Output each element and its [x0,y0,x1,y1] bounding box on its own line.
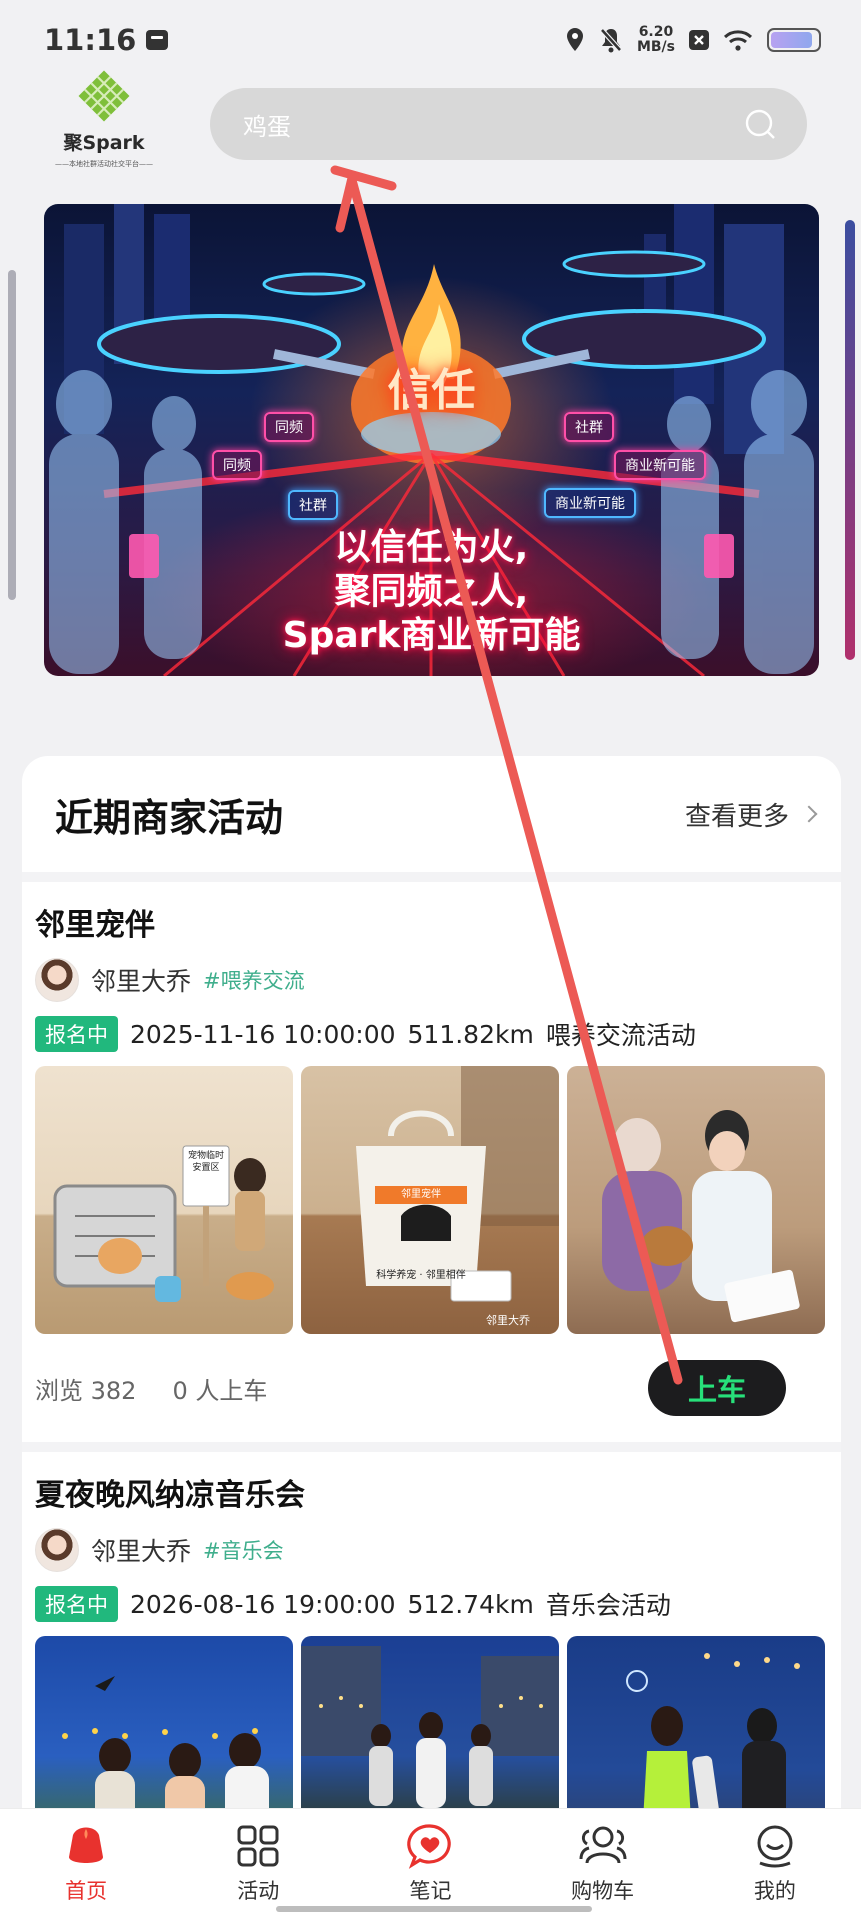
app-logo[interactable]: 聚Spark ——本地社群活动社交平台—— [44,70,164,174]
people-icon [579,1826,627,1864]
close-box-icon [689,30,709,50]
tab-label: 活动 [237,1879,280,1903]
banner-slogan-line: Spark商业新可能 [282,615,581,656]
event-photo[interactable] [567,1066,825,1334]
chevron-right-icon [800,805,818,823]
status-left: 11:16 [44,23,169,57]
search-input[interactable]: 鸡蛋 [210,88,807,160]
event-item[interactable]: 邻里宠伴 邻里大乔 #喂养交流 报名中 2025-11-16 10:00:00 … [22,882,841,1442]
event-title: 夏夜晚风纳凉音乐会 [35,1478,305,1513]
avatar[interactable] [35,1528,79,1572]
see-more-label: 查看更多 [684,801,789,832]
banner-slogan-line: 聚同频之人, [334,571,529,612]
banner-next-peek [845,220,855,660]
search-icon[interactable] [743,107,777,141]
tab-label: 笔记 [409,1879,452,1903]
battery-icon [767,28,821,52]
tab-label: 首页 [65,1879,108,1903]
event-category: 喂养交流活动 [545,1021,696,1050]
topic-tag[interactable]: #音乐会 [203,1535,284,1565]
status-bar: 11:16 6.20 MB/s [0,0,861,80]
rider-count: 0 人上车 [172,1376,268,1405]
event-meta: 报名中 2025-11-16 10:00:00 511.82km 喂养交流活动 [35,1016,828,1052]
logo-slogan: ——本地社群活动社交平台—— [55,160,153,168]
tab-notes[interactable]: 笔记 [370,1823,490,1905]
clock: 11:16 [44,23,137,57]
net-speed-unit: MB/s [636,39,675,55]
profile-icon [757,1825,793,1868]
divider [22,1442,841,1452]
bottom-tab-bar: 首页 活动 笔记 购物车 我的 [0,1808,861,1920]
home-indicator[interactable] [276,1906,592,1912]
banner-carousel[interactable]: 同频 同频 社群 社群 商业新可能 商业新可能 信任 以信任为火, 聚同频之人,… [0,200,861,680]
divider [22,872,841,882]
banner-center-text: 信任 [387,365,476,416]
view-count: 浏览 382 [35,1376,137,1405]
battery-fill [771,32,813,48]
logo-mark-icon [78,70,130,122]
banner-tag: 商业新可能 [614,450,706,480]
merchant-activity-card: 近期商家活动 查看更多 邻里宠伴 邻里大乔 #喂养交流 报名中 2025-11-… [22,756,841,1920]
author-row: 邻里大乔 #音乐会 [35,1528,828,1572]
section-title: 近期商家活动 [55,795,284,840]
topic-tag[interactable]: #喂养交流 [203,965,305,995]
tab-activity[interactable]: 活动 [198,1823,318,1905]
event-datetime: 2026-08-16 19:00:00 [130,1589,396,1619]
search-placeholder: 鸡蛋 [243,112,291,141]
tab-profile[interactable]: 我的 [715,1823,835,1905]
net-speed-value: 6.20 [638,24,674,40]
event-title: 邻里宠伴 [35,908,155,943]
logo-name: 聚Spark [63,132,145,154]
banner-slide[interactable]: 同频 同频 社群 社群 商业新可能 商业新可能 信任 以信任为火, 聚同频之人,… [44,204,819,676]
photo-bag-caption: 科学养宠 · 邻里相伴 [376,1270,466,1281]
tab-cart[interactable]: 购物车 [543,1823,663,1905]
location-icon [566,28,583,51]
tab-label: 我的 [753,1879,796,1903]
event-distance: 512.74km [407,1589,534,1619]
photo-bag-label: 邻里宠伴 [375,1186,467,1204]
avatar[interactable] [35,958,79,1002]
banner-tag: 同频 [212,450,262,480]
home-icon [69,1827,104,1863]
see-more-link[interactable]: 查看更多 [684,796,818,833]
event-photo[interactable]: 宠物临时安置区 [35,1066,293,1334]
tab-label: 购物车 [571,1879,635,1903]
heart-bubble-icon [407,1824,452,1869]
header: 聚Spark ——本地社群活动社交平台—— 鸡蛋 [0,70,861,180]
event-distance: 511.82km [407,1019,534,1049]
net-speed: 6.20 MB/s [637,25,675,55]
author-row: 邻里大乔 #喂养交流 [35,958,828,1002]
status-right: 6.20 MB/s [565,25,821,55]
banner-slogan: 以信任为火, 聚同频之人, Spark商业新可能 [44,526,819,658]
grid-icon [237,1825,279,1867]
mute-icon [599,27,623,53]
event-category: 音乐会活动 [545,1591,671,1620]
event-stats: 浏览 382 0 人上车 上车 [35,1334,828,1442]
message-icon [146,30,169,50]
photo-sign: 宠物临时安置区 [187,1151,224,1173]
status-badge: 报名中 [35,1586,118,1622]
author-name[interactable]: 邻里大乔 [91,962,191,998]
banner-slogan-line: 以信任为火, [334,527,529,568]
event-photo[interactable]: 邻里宠伴 科学养宠 · 邻里相伴 邻里大乔 [301,1066,559,1334]
event-meta: 报名中 2026-08-16 19:00:00 512.74km 音乐会活动 [35,1586,828,1622]
banner-tag: 商业新可能 [544,488,636,518]
tab-home[interactable]: 首页 [26,1823,146,1905]
wifi-icon [723,30,753,51]
section-header: 近期商家活动 查看更多 [22,756,841,872]
event-photos: 宠物临时安置区 邻里宠伴 科学养宠 · 邻里相伴 邻里大乔 [35,1066,828,1334]
board-button[interactable]: 上车 [648,1360,786,1416]
banner-prev-peek [8,270,16,600]
status-badge: 报名中 [35,1016,118,1052]
author-name[interactable]: 邻里大乔 [91,1532,191,1568]
banner-tag: 社群 [288,490,338,520]
event-datetime: 2025-11-16 10:00:00 [130,1019,396,1049]
photo-watermark: 邻里大乔 [486,1314,530,1327]
